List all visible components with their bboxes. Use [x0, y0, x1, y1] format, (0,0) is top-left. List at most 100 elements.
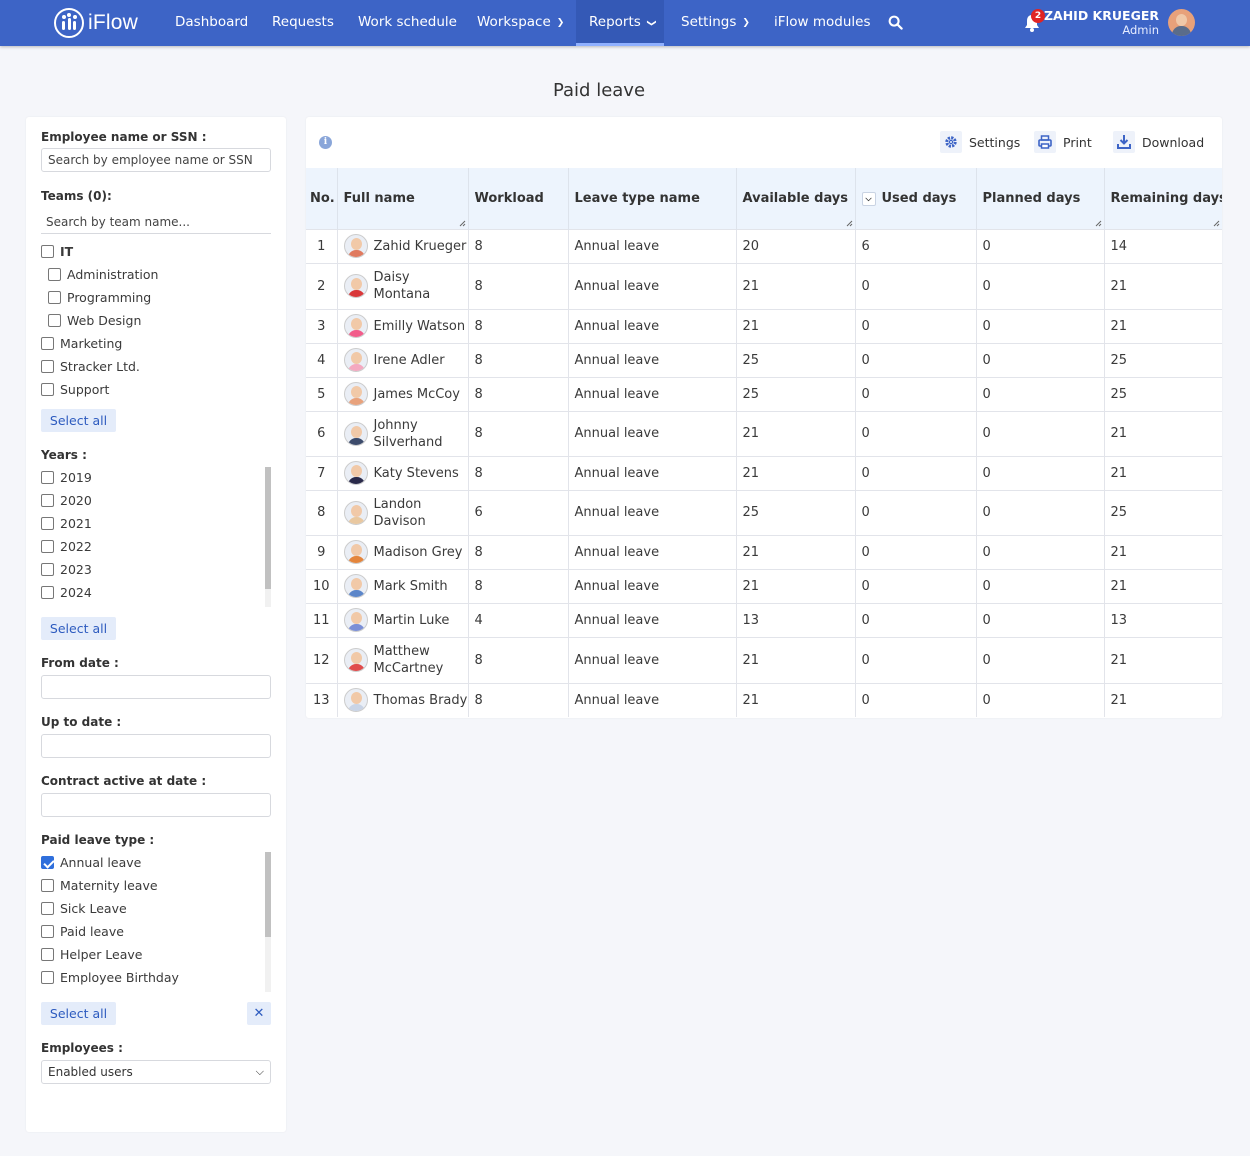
leave-types-select-all-button[interactable]: Select all — [41, 1002, 116, 1025]
leave-types-scrollbar[interactable] — [265, 852, 271, 992]
cell-full-name[interactable]: Landon Davison — [337, 489, 469, 535]
checkbox[interactable] — [41, 586, 54, 599]
year-checkbox-2024[interactable]: 2024 — [41, 585, 92, 600]
nav-dashboard[interactable]: Dashboard — [175, 0, 248, 46]
column-header-workload[interactable]: Workload — [468, 168, 569, 229]
table-row[interactable]: 6 Johnny Silverhand 8 Annual leave 21 0 0 21 — [306, 410, 1222, 456]
leave-type-checkbox-helper[interactable]: Helper Leave — [41, 947, 142, 962]
table-row[interactable]: 1 Zahid Krueger 8 Annual leave 20 6 0 14 — [306, 228, 1222, 263]
team-checkbox-it[interactable]: IT — [41, 244, 73, 259]
checkbox[interactable] — [48, 268, 61, 281]
checkbox[interactable] — [41, 245, 54, 258]
checkbox[interactable] — [41, 471, 54, 484]
column-header-full-name[interactable]: Full name — [337, 168, 469, 229]
scrollbar-thumb[interactable] — [265, 852, 271, 937]
contract-date-input[interactable] — [41, 793, 271, 817]
column-header-remaining-days[interactable]: Remaining days — [1104, 168, 1222, 229]
clear-leave-types-button[interactable]: ✕ — [247, 1002, 271, 1025]
cell-full-name[interactable]: Daisy Montana — [337, 262, 469, 309]
employee-search-input[interactable]: Search by employee name or SSN — [41, 148, 271, 172]
column-header-used-days[interactable]: ⌵ Used days — [855, 168, 977, 229]
sort-down-icon[interactable]: ⌵ — [861, 191, 876, 206]
up-to-date-input[interactable] — [41, 734, 271, 758]
column-header-no[interactable]: No. — [306, 168, 338, 229]
user-name[interactable]: ZAHID KRUEGER — [1044, 8, 1159, 23]
checkbox[interactable] — [41, 971, 54, 984]
cell-full-name[interactable]: Mark Smith — [337, 568, 469, 603]
nav-iflow-modules[interactable]: iFlow modules — [774, 0, 870, 46]
table-row[interactable]: 3 Emilly Watson 8 Annual leave 21 0 0 21 — [306, 308, 1222, 343]
from-date-input[interactable] — [41, 675, 271, 699]
checkbox[interactable] — [41, 337, 54, 350]
checkbox[interactable] — [41, 540, 54, 553]
nav-workspace[interactable]: Workspace ❯ — [477, 0, 564, 46]
print-button[interactable]: Print — [1034, 130, 1092, 154]
checkbox[interactable] — [41, 517, 54, 530]
brand-logo[interactable]: iFlow — [54, 7, 138, 39]
nav-requests[interactable]: Requests — [272, 0, 334, 46]
resize-handle-icon[interactable] — [1213, 220, 1220, 227]
cell-full-name[interactable]: Zahid Krueger — [337, 228, 469, 263]
leave-type-checkbox-maternity[interactable]: Maternity leave — [41, 878, 158, 893]
teams-select-all-button[interactable]: Select all — [41, 409, 116, 432]
year-checkbox-2022[interactable]: 2022 — [41, 539, 92, 554]
table-row[interactable]: 5 James McCoy 8 Annual leave 25 0 0 25 — [306, 376, 1222, 411]
table-row[interactable]: 9 Madison Grey 8 Annual leave 21 0 0 21 — [306, 534, 1222, 569]
cell-full-name[interactable]: Johnny Silverhand — [337, 410, 469, 456]
column-header-leave-type[interactable]: Leave type name — [568, 168, 737, 229]
leave-type-checkbox-birthday[interactable]: Employee Birthday — [41, 970, 179, 985]
leave-type-checkbox-sick[interactable]: Sick Leave — [41, 901, 127, 916]
user-avatar[interactable] — [1168, 9, 1195, 36]
cell-full-name[interactable]: Thomas Brady — [337, 682, 469, 717]
resize-handle-icon[interactable] — [1095, 220, 1102, 227]
cell-full-name[interactable]: Katy Stevens — [337, 455, 469, 490]
table-row[interactable]: 11 Martin Luke 4 Annual leave 13 0 0 13 — [306, 602, 1222, 637]
settings-button[interactable]: Settings — [940, 130, 1020, 154]
team-checkbox-administration[interactable]: Administration — [48, 267, 158, 282]
column-header-available-days[interactable]: Available days — [736, 168, 856, 229]
nav-work-schedule[interactable]: Work schedule — [358, 0, 457, 46]
checkbox[interactable] — [48, 291, 61, 304]
cell-full-name[interactable]: Emilly Watson — [337, 308, 469, 343]
leave-type-checkbox-annual[interactable]: Annual leave — [41, 855, 141, 870]
employees-select[interactable]: Enabled users ⌵ — [41, 1060, 271, 1084]
team-checkbox-programming[interactable]: Programming — [48, 290, 151, 305]
cell-full-name[interactable]: Irene Adler — [337, 342, 469, 377]
cell-full-name[interactable]: Martin Luke — [337, 602, 469, 637]
year-checkbox-2019[interactable]: 2019 — [41, 470, 92, 485]
team-checkbox-web-design[interactable]: Web Design — [48, 313, 141, 328]
team-checkbox-support[interactable]: Support — [41, 382, 109, 397]
checkbox[interactable] — [41, 494, 54, 507]
year-checkbox-2021[interactable]: 2021 — [41, 516, 92, 531]
scrollbar-thumb[interactable] — [265, 467, 271, 589]
table-row[interactable]: 2 Daisy Montana 8 Annual leave 21 0 0 21 — [306, 262, 1222, 309]
table-row[interactable]: 10 Mark Smith 8 Annual leave 21 0 0 21 — [306, 568, 1222, 603]
team-checkbox-marketing[interactable]: Marketing — [41, 336, 122, 351]
resize-handle-icon[interactable] — [846, 220, 853, 227]
team-search-input[interactable]: Search by team name... — [41, 210, 271, 234]
team-checkbox-stracker[interactable]: Stracker Ltd. — [41, 359, 140, 374]
nav-reports[interactable]: Reports ❯ — [576, 0, 664, 46]
years-scrollbar[interactable] — [265, 467, 271, 607]
cell-full-name[interactable]: James McCoy — [337, 376, 469, 411]
year-checkbox-2023[interactable]: 2023 — [41, 562, 92, 577]
checkbox[interactable] — [41, 563, 54, 576]
checkbox[interactable] — [41, 879, 54, 892]
leave-type-checkbox-paid[interactable]: Paid leave — [41, 924, 124, 939]
checkbox[interactable] — [41, 948, 54, 961]
table-row[interactable]: 4 Irene Adler 8 Annual leave 25 0 0 25 — [306, 342, 1222, 377]
cell-full-name[interactable]: Matthew McCartney — [337, 636, 469, 683]
years-select-all-button[interactable]: Select all — [41, 617, 116, 640]
checkbox[interactable] — [41, 925, 54, 938]
download-button[interactable]: Download — [1113, 130, 1204, 154]
info-icon[interactable]: i — [319, 136, 332, 149]
checkbox[interactable] — [48, 314, 61, 327]
column-header-planned-days[interactable]: Planned days — [976, 168, 1105, 229]
table-row[interactable]: 7 Katy Stevens 8 Annual leave 21 0 0 21 — [306, 455, 1222, 490]
checkbox[interactable] — [41, 902, 54, 915]
table-row[interactable]: 8 Landon Davison 6 Annual leave 25 0 0 25 — [306, 489, 1222, 535]
table-row[interactable]: 13 Thomas Brady 8 Annual leave 21 0 0 21 — [306, 682, 1222, 717]
cell-full-name[interactable]: Madison Grey — [337, 534, 469, 569]
search-icon[interactable] — [888, 15, 903, 30]
resize-handle-icon[interactable] — [459, 220, 466, 227]
